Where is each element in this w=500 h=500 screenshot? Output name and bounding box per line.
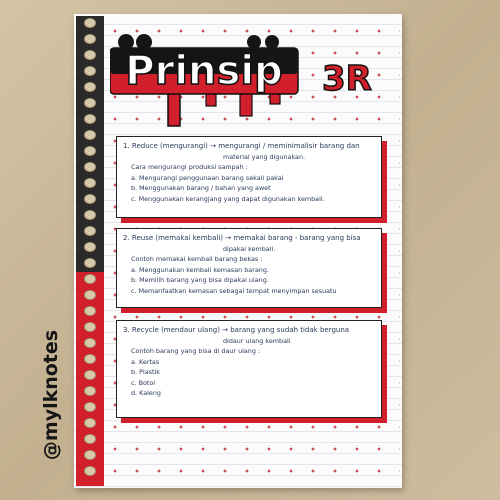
binder-hole [84, 178, 96, 188]
section-reduce: 1. Reduce (mengurangi) → mengurangi / me… [116, 136, 382, 218]
list-item: a. Menggunakan kembali kemasan barang. [131, 265, 269, 274]
list-item: b. Plastik [131, 368, 160, 376]
binder-hole [84, 386, 96, 396]
binder-hole [84, 162, 96, 172]
binder-hole [84, 450, 96, 460]
list-item: c. Menggunakan kerangjang yang dapat dig… [131, 194, 325, 203]
binder-hole [84, 226, 96, 236]
section-heading: 3. Recycle (mendaur ulang) → barang yang… [123, 326, 350, 334]
section-intro: Cara mengurangi produksi sampah : [131, 163, 248, 171]
watermark-text: @mylknotes [40, 329, 63, 461]
list-item: a. Kertas [131, 357, 160, 366]
binder-hole [84, 130, 96, 140]
binder-hole [84, 338, 96, 348]
binder-hole [84, 258, 96, 268]
binder-holes [82, 18, 98, 482]
binder-hole [84, 34, 96, 44]
binder-hole [84, 306, 96, 316]
binder-hole [84, 354, 96, 364]
binder-hole [84, 194, 96, 204]
list-item: a. Mengurangi penggunaan barang sekali p… [131, 173, 284, 182]
binder-hole [84, 18, 96, 28]
binder-hole [84, 466, 96, 476]
binder-hole [84, 434, 96, 444]
binder-hole [84, 114, 96, 124]
binder-hole [84, 66, 96, 76]
mouse-ear-4 [265, 35, 279, 49]
binder-hole [84, 290, 96, 300]
section-heading-cont: dipakai kembali. [223, 244, 276, 253]
binder-hole [84, 322, 96, 332]
title-word-2: 3R [322, 59, 372, 99]
section-heading: 2. Reuse (memakai kembali) → memakai bar… [123, 234, 361, 242]
page-title: Prinsip 3R [110, 34, 398, 130]
list-item: b. Memilih barang yang bisa dipakai ulan… [131, 276, 269, 284]
section-intro: Contoh memakai kembali barang bekas : [131, 255, 263, 263]
binder-hole [84, 146, 96, 156]
section-reuse: 2. Reuse (memakai kembali) → memakai bar… [116, 228, 382, 308]
list-item: c. Memanfaatkan kemasan sebagai tempat m… [131, 286, 337, 295]
binder-hole [84, 274, 96, 284]
section-heading-cont: material yang digunakan. [223, 152, 306, 161]
list-item: b. Menggunakan barang / bahan yang awet [131, 184, 271, 192]
binder-hole [84, 82, 96, 92]
binder-hole [84, 402, 96, 412]
mouse-ear-3 [247, 35, 261, 49]
section-intro: Contoh barang yang bisa di daur ulang : [131, 347, 261, 355]
binder-hole [84, 418, 96, 428]
binder-hole [84, 210, 96, 220]
title-word-1: Prinsip [125, 48, 282, 94]
binder-hole [84, 98, 96, 108]
section-recycle: 3. Recycle (mendaur ulang) → barang yang… [116, 320, 382, 418]
binder-hole [84, 50, 96, 60]
binder-hole [84, 242, 96, 252]
watermark: @mylknotes [36, 310, 66, 480]
section-heading: 1. Reduce (mengurangi) → mengurangi / me… [123, 142, 360, 150]
list-item: d. Kaleng [131, 389, 161, 397]
list-item: c. Botol [131, 378, 156, 387]
title-lettering: Prinsip 3R [110, 34, 373, 127]
binder-hole [84, 370, 96, 380]
section-heading-cont: didaur ulang kembali [223, 336, 291, 345]
